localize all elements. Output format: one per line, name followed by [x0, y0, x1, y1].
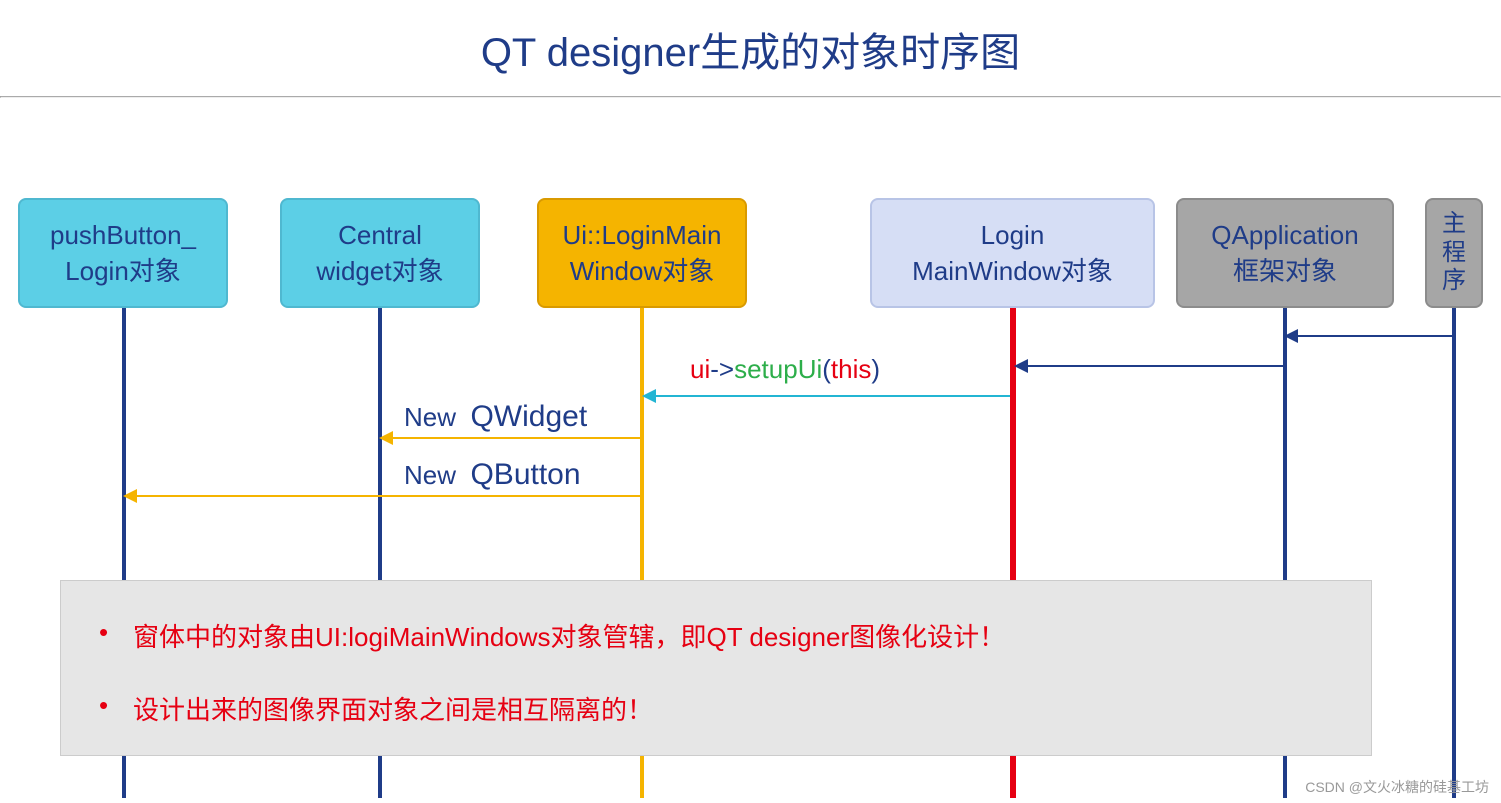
txt-popen: ( [822, 354, 831, 384]
notes-box: 窗体中的对象由UI:logiMainWindows对象管辖，即QT design… [60, 580, 1372, 756]
page-title: QT designer生成的对象时序图 [0, 0, 1501, 96]
label-setupui: ui->setupUi(this) [690, 354, 880, 385]
label-new-qwidget: New QWidget [404, 400, 587, 434]
note-item: 设计出来的图像界面对象之间是相互隔离的！ [99, 690, 1333, 727]
box-ui-loginmainwindow: Ui::LoginMain Window对象 [537, 198, 747, 308]
txt-qwidget: QWidget [470, 400, 587, 433]
txt-qbutton: QButton [470, 458, 580, 491]
box-qapplication: QApplication 框架对象 [1176, 198, 1394, 308]
txt-ui: ui [690, 354, 710, 384]
box-login-mainwindow: Login MainWindow对象 [870, 198, 1155, 308]
txt-new2: New [404, 460, 456, 490]
txt-new1: New [404, 402, 456, 432]
watermark: CSDN @文火冰糖的硅基工坊 [1305, 777, 1489, 797]
txt-this: this [831, 354, 871, 384]
txt-arrow: -> [710, 354, 734, 384]
box-central-widget: Central widget对象 [280, 198, 480, 308]
lifeline-main [1452, 308, 1456, 798]
box-main-program: 主 程 序 [1425, 198, 1483, 308]
label-new-qbutton: New QButton [404, 458, 581, 492]
box-pushbutton: pushButton_ Login对象 [18, 198, 228, 308]
note-item: 窗体中的对象由UI:logiMainWindows对象管辖，即QT design… [99, 617, 1333, 654]
txt-pclose: ) [871, 354, 880, 384]
txt-setup: setupUi [734, 354, 822, 384]
sequence-diagram: pushButton_ Login对象 Central widget对象 Ui:… [0, 98, 1501, 798]
